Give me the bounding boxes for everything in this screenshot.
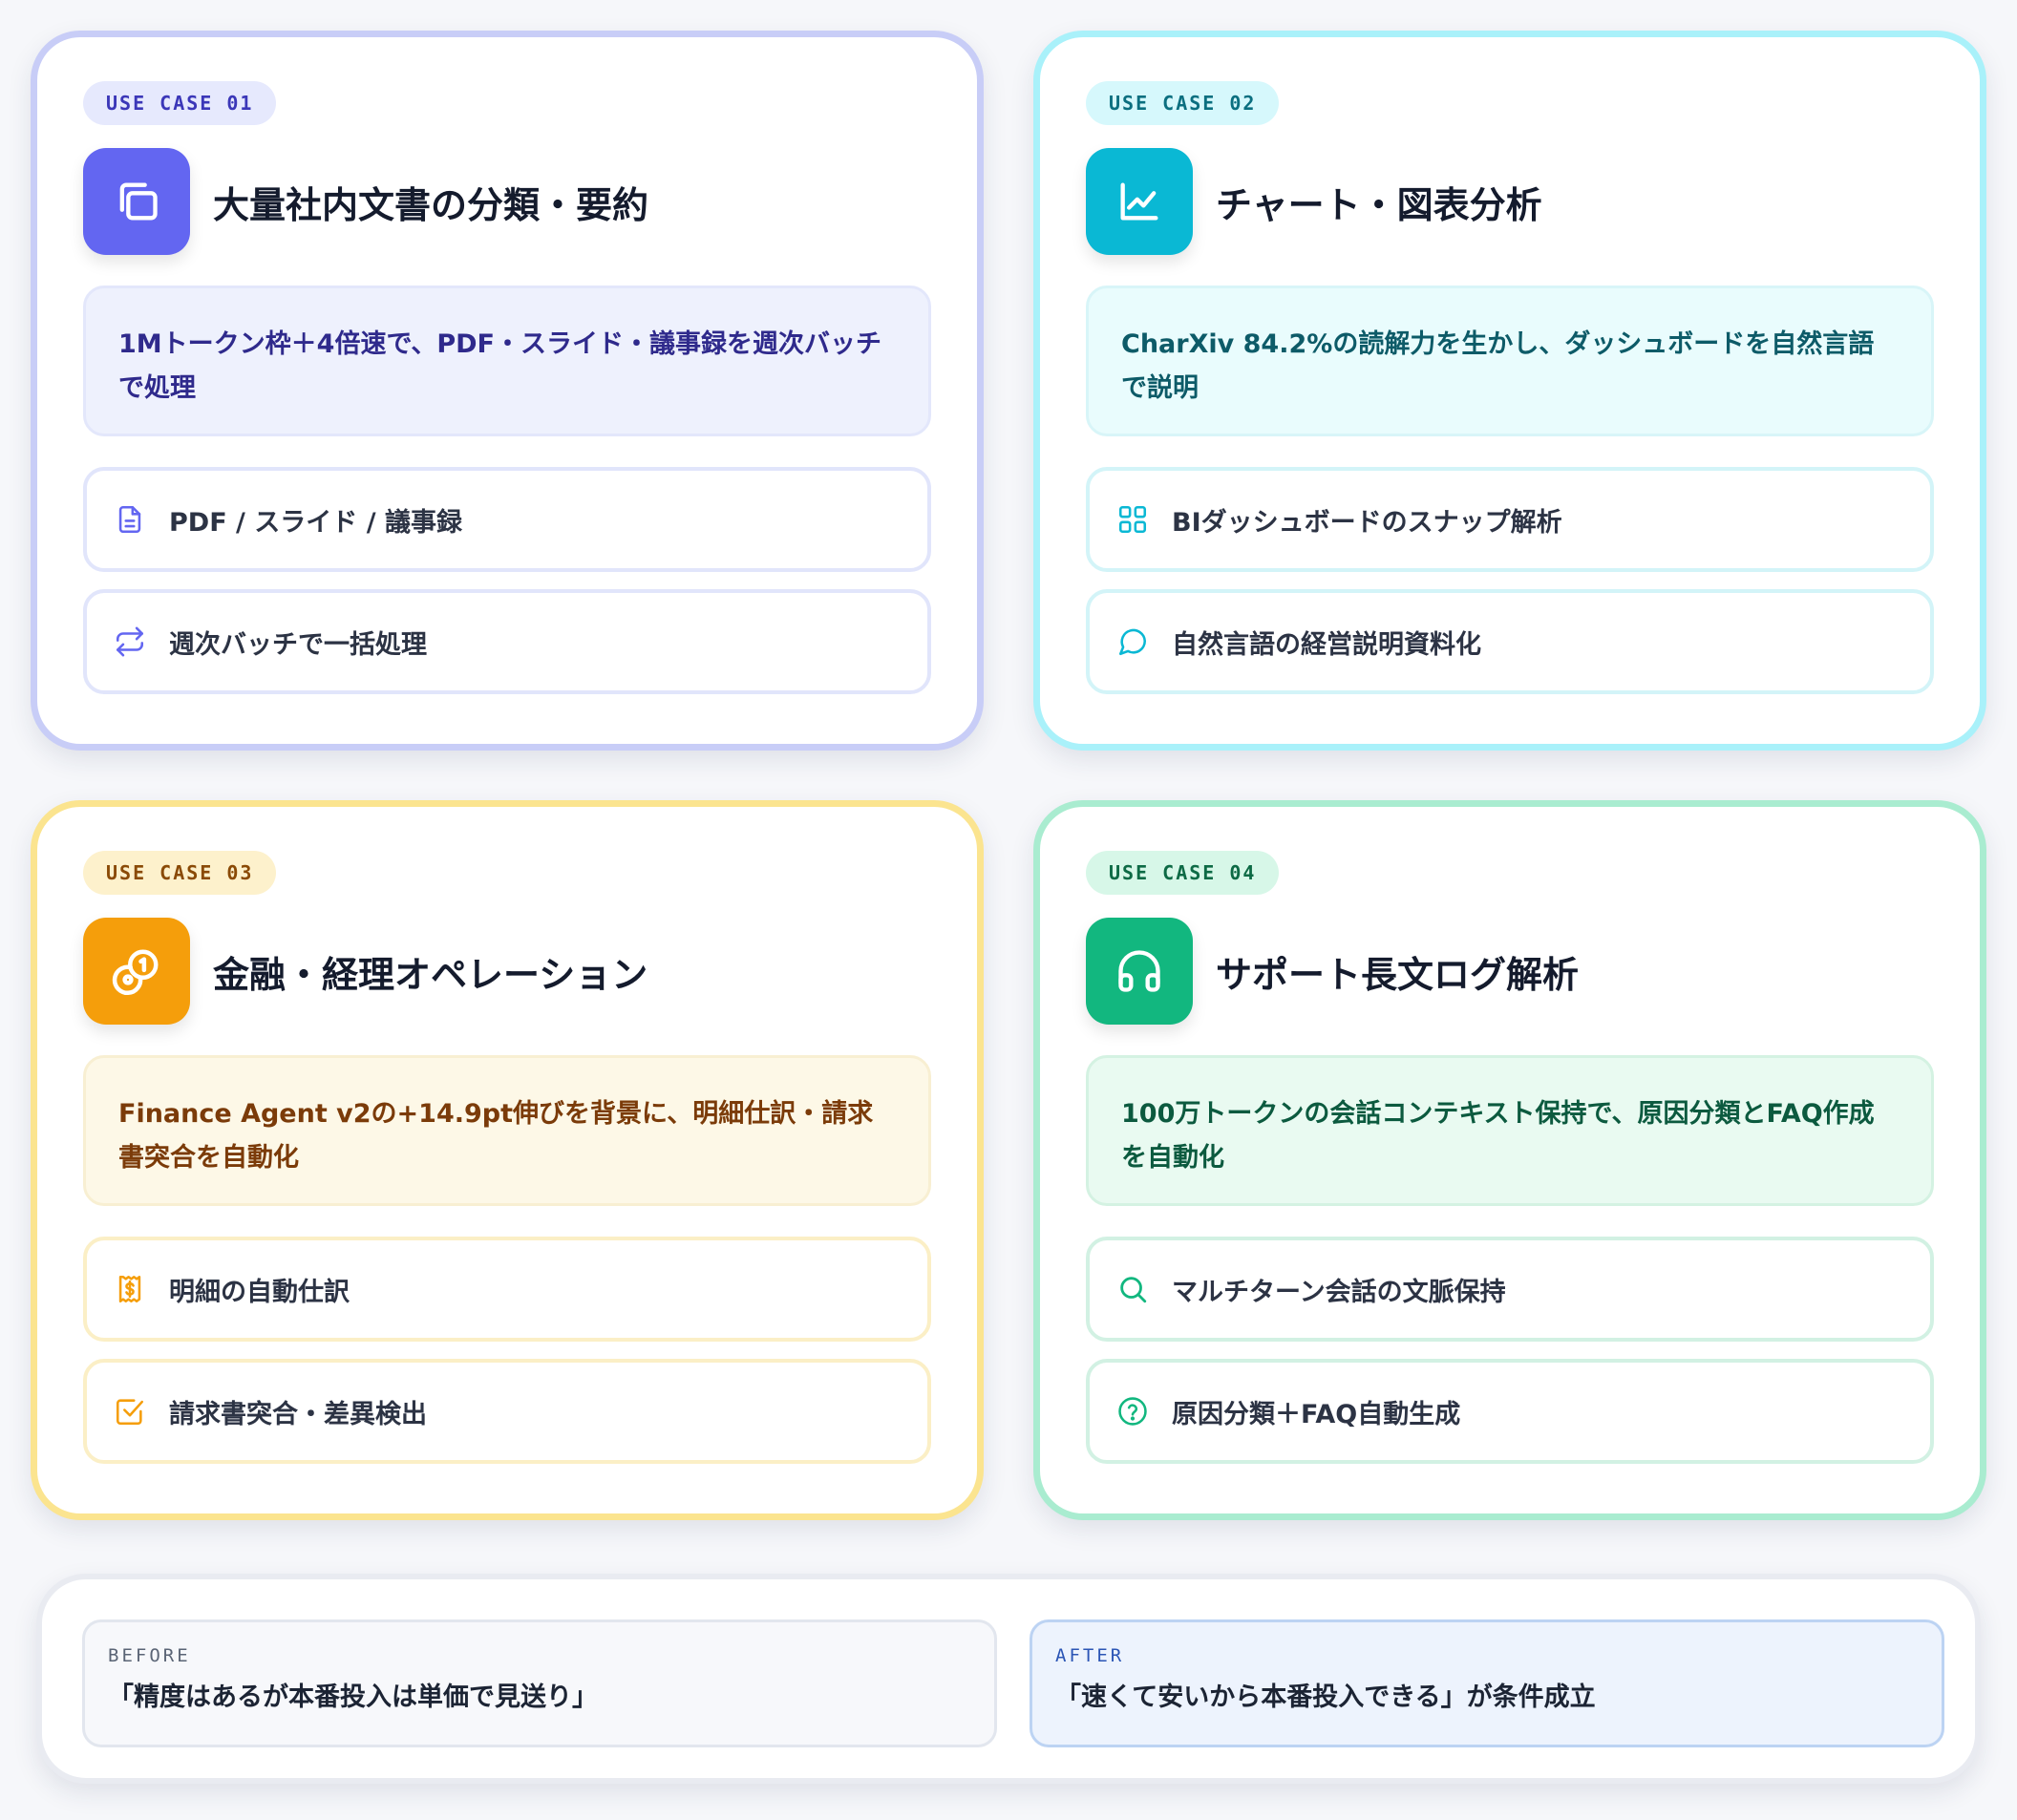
card-title: 大量社内文書の分類・要約 [213, 183, 649, 226]
use-case-card-02: USE CASE 02 チャート・図表分析 CharXiv 84.2%の読解力を… [1033, 31, 1986, 751]
coins-icon [83, 918, 190, 1025]
after-text: 「速くて安いから本番投入できる」が条件成立 [1055, 1682, 1596, 1712]
after-panel: AFTER 「速くて安いから本番投入できる」が条件成立 [1030, 1619, 1944, 1747]
feature-item: 請求書突合・差異検出 [83, 1359, 931, 1464]
feature-label: BIダッシュボードのスナップ解析 [1172, 507, 1562, 538]
use-case-card-01: USE CASE 01 大量社内文書の分類・要約 1Mトークン枠＋4倍速で、PD… [31, 31, 984, 751]
feature-item: BIダッシュボードのスナップ解析 [1086, 467, 1934, 572]
card-header: 大量社内文書の分類・要約 [83, 148, 931, 255]
help-circle-icon [1115, 1393, 1151, 1429]
feature-label: 原因分類＋FAQ自動生成 [1172, 1399, 1461, 1429]
dashboard-grid-icon [1115, 501, 1151, 538]
feature-label: 請求書突合・差異検出 [169, 1399, 427, 1429]
after-label: AFTER [1055, 1645, 1125, 1666]
card-header: サポート長文ログ解析 [1086, 918, 1934, 1025]
card-description: CharXiv 84.2%の読解力を生かし、ダッシュボードを自然言語で説明 [1086, 286, 1934, 436]
use-case-badge: USE CASE 04 [1086, 851, 1280, 895]
before-panel: BEFORE 「精度はあるが本番投入は単価で見送り」 [82, 1619, 997, 1747]
feature-item: 週次バッチで一括処理 [83, 589, 931, 694]
card-header: 金融・経理オペレーション [83, 918, 931, 1025]
card-title: サポート長文ログ解析 [1216, 953, 1580, 996]
card-header: チャート・図表分析 [1086, 148, 1934, 255]
before-label: BEFORE [108, 1645, 191, 1666]
feature-item: 原因分類＋FAQ自動生成 [1086, 1359, 1934, 1464]
card-title: 金融・経理オペレーション [213, 953, 648, 996]
feature-label: 週次バッチで一括処理 [169, 629, 427, 660]
feature-label: PDF / スライド / 議事録 [169, 507, 462, 538]
use-case-badge: USE CASE 03 [83, 851, 277, 895]
feature-item: 自然言語の経営説明資料化 [1086, 589, 1934, 694]
feature-item: PDF / スライド / 議事録 [83, 467, 931, 572]
use-case-badge: USE CASE 01 [83, 81, 277, 125]
card-description: 100万トークンの会話コンテキスト保持で、原因分類とFAQ作成を自動化 [1086, 1055, 1934, 1206]
use-case-badge: USE CASE 02 [1086, 81, 1280, 125]
use-case-card-04: USE CASE 04 サポート長文ログ解析 100万トークンの会話コンテキスト… [1033, 800, 1986, 1520]
card-title: チャート・図表分析 [1216, 183, 1542, 226]
use-case-grid: USE CASE 01 大量社内文書の分類・要約 1Mトークン枠＋4倍速で、PD… [31, 31, 1986, 1520]
use-case-card-03: USE CASE 03 金融・経理オペレーション Finance Agent v… [31, 800, 984, 1520]
copy-icon [83, 148, 190, 255]
document-icon [112, 501, 148, 538]
before-after-summary: BEFORE 「精度はあるが本番投入は単価で見送り」 AFTER 「速くて安いか… [36, 1574, 1981, 1784]
checkbox-icon [112, 1393, 148, 1429]
feature-label: 自然言語の経営説明資料化 [1172, 629, 1481, 660]
card-description: 1Mトークン枠＋4倍速で、PDF・スライド・議事録を週次バッチで処理 [83, 286, 931, 436]
chat-bubble-icon [1115, 624, 1151, 660]
feature-label: マルチターン会話の文脈保持 [1172, 1277, 1506, 1307]
before-text: 「精度はあるが本番投入は単価で見送り」 [108, 1682, 598, 1712]
receipt-icon [112, 1271, 148, 1307]
feature-item: マルチターン会話の文脈保持 [1086, 1237, 1934, 1342]
line-chart-icon [1086, 148, 1193, 255]
headphones-icon [1086, 918, 1193, 1025]
feature-item: 明細の自動仕訳 [83, 1237, 931, 1342]
search-icon [1115, 1271, 1151, 1307]
repeat-icon [112, 624, 148, 660]
feature-label: 明細の自動仕訳 [169, 1277, 350, 1307]
card-description: Finance Agent v2の+14.9pt伸びを背景に、明細仕訳・請求書突… [83, 1055, 931, 1206]
